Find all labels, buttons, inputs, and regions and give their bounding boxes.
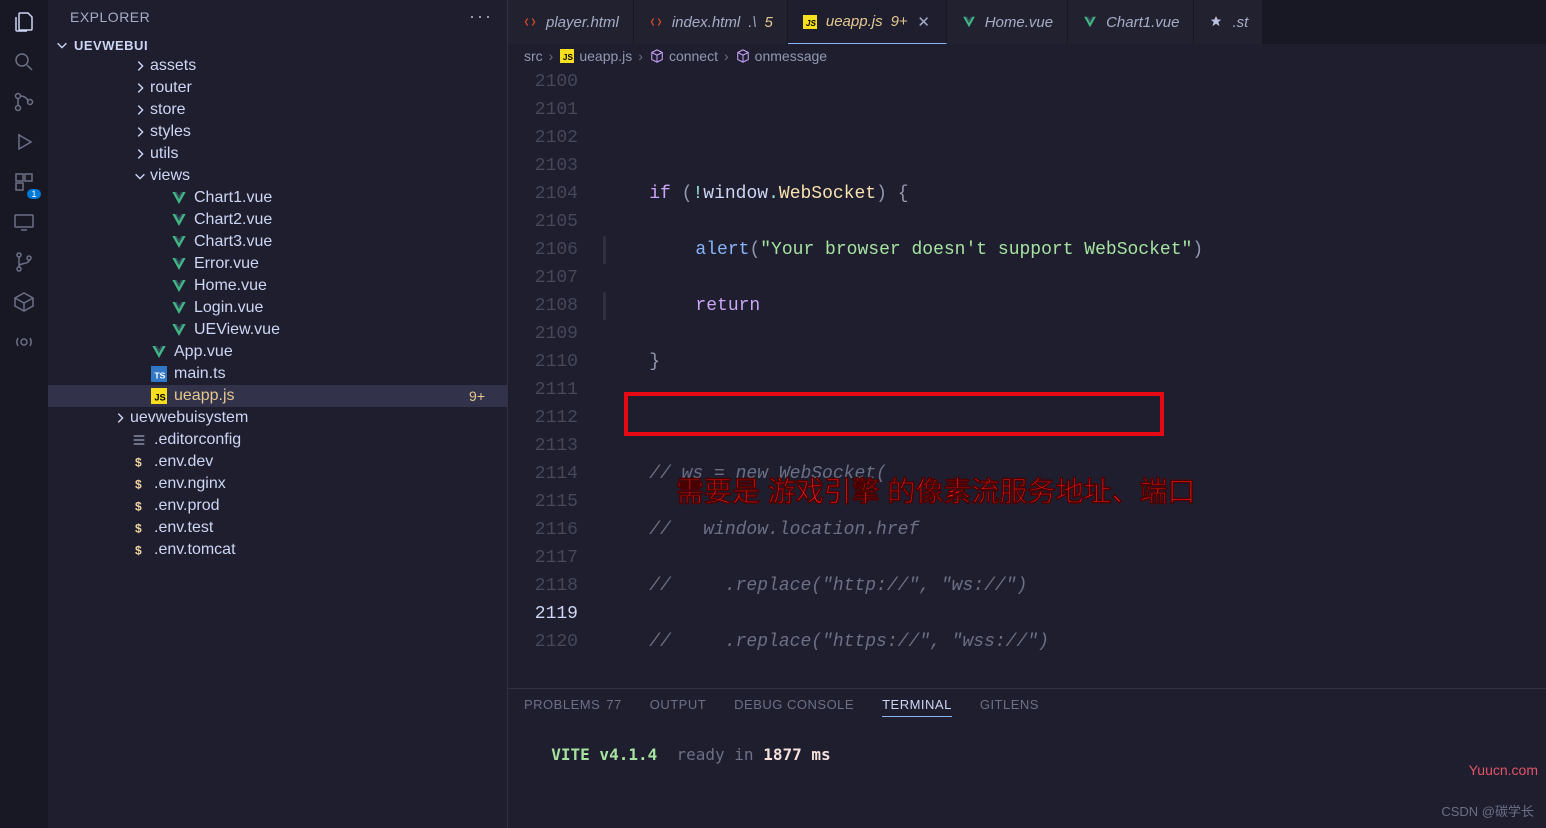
- vue-icon: [170, 189, 188, 207]
- editor-tab[interactable]: ueapp.js9+✕: [788, 0, 947, 44]
- bottom-panel: PROBLEMS77 OUTPUT DEBUG CONSOLE TERMINAL GIT…: [508, 688, 1546, 828]
- env-icon: [130, 497, 148, 515]
- env-icon: [130, 519, 148, 537]
- chevron-right-icon: [132, 146, 148, 162]
- html-icon: [648, 14, 664, 30]
- file-item[interactable]: .env.test: [48, 517, 507, 539]
- editor-tab[interactable]: .st: [1194, 0, 1263, 44]
- file-item[interactable]: .env.nginx: [48, 473, 507, 495]
- vue-icon: [150, 343, 168, 361]
- file-item[interactable]: .editorconfig: [48, 429, 507, 451]
- sidebar-header: EXPLORER ···: [48, 0, 507, 33]
- project-header[interactable]: UEVWEBUI: [48, 35, 507, 55]
- vue-icon: [1082, 14, 1098, 30]
- chevron-down-icon: [132, 168, 148, 184]
- panel-tab[interactable]: OUTPUT: [650, 697, 706, 717]
- file-item[interactable]: ueapp.js9+: [48, 385, 507, 407]
- panel-tab-bar: PROBLEMS77 OUTPUT DEBUG CONSOLE TERMINAL GIT…: [508, 689, 1546, 725]
- chevron-right-icon: [132, 58, 148, 74]
- vue-icon: [170, 211, 188, 229]
- symbol-icon: [735, 48, 751, 64]
- file-item[interactable]: main.ts: [48, 363, 507, 385]
- remote-icon[interactable]: [10, 208, 38, 236]
- file-item[interactable]: Chart2.vue: [48, 209, 507, 231]
- breadcrumb[interactable]: src › ueapp.js › connect › onmessage: [508, 44, 1546, 68]
- extensions-icon[interactable]: 1: [10, 168, 38, 196]
- sidebar-title: EXPLORER: [70, 9, 150, 25]
- chevron-right-icon: [132, 124, 148, 140]
- file-item[interactable]: Error.vue: [48, 253, 507, 275]
- panel-tab[interactable]: DEBUG CONSOLE: [734, 697, 854, 717]
- file-item[interactable]: UEView.vue: [48, 319, 507, 341]
- explorer-icon[interactable]: [10, 8, 38, 36]
- file-item[interactable]: .env.prod: [48, 495, 507, 517]
- vue-icon: [961, 14, 977, 30]
- env-icon: [130, 453, 148, 471]
- editor-tab[interactable]: player.html: [508, 0, 634, 44]
- vue-icon: [170, 233, 188, 251]
- live-share-icon[interactable]: [10, 328, 38, 356]
- close-icon[interactable]: ✕: [916, 13, 932, 31]
- search-icon[interactable]: [10, 48, 38, 76]
- vue-icon: [170, 277, 188, 295]
- csdn-attribution: CSDN @碳学长: [1441, 801, 1534, 820]
- activity-bar: 1: [0, 0, 48, 828]
- chevron-right-icon: [132, 80, 148, 96]
- file-item[interactable]: Chart1.vue: [48, 187, 507, 209]
- terminal-output[interactable]: VITE v4.1.4 ready in 1877 ms: [508, 725, 1546, 828]
- folder-item[interactable]: assets: [48, 55, 507, 77]
- watermark: Yuucn.com: [1469, 762, 1538, 778]
- editor-tab[interactable]: Home.vue: [947, 0, 1068, 44]
- html-icon: [522, 14, 538, 30]
- editor-tab[interactable]: Chart1.vue: [1068, 0, 1194, 44]
- docker-icon[interactable]: [10, 288, 38, 316]
- sidebar: EXPLORER ··· UEVWEBUI assetsrouterstores…: [48, 0, 508, 828]
- folder-item[interactable]: utils: [48, 143, 507, 165]
- editor-group: player.htmlindex.html.\5ueapp.js9+✕Home.…: [508, 0, 1546, 828]
- folder-item[interactable]: styles: [48, 121, 507, 143]
- file-item[interactable]: .env.dev: [48, 451, 507, 473]
- file-item[interactable]: Home.vue: [48, 275, 507, 297]
- file-item[interactable]: App.vue: [48, 341, 507, 363]
- editor-tab[interactable]: index.html.\5: [634, 0, 788, 44]
- folder-item[interactable]: router: [48, 77, 507, 99]
- chevron-right-icon: [132, 102, 148, 118]
- run-debug-icon[interactable]: [10, 128, 38, 156]
- env-icon: [130, 475, 148, 493]
- stylelint-icon: [1208, 14, 1224, 30]
- panel-tab[interactable]: GITLENS: [980, 697, 1039, 717]
- tab-bar: player.htmlindex.html.\5ueapp.js9+✕Home.…: [508, 0, 1546, 44]
- project-name: UEVWEBUI: [74, 38, 148, 53]
- js-icon: [150, 387, 168, 405]
- vue-icon: [170, 321, 188, 339]
- file-item[interactable]: .env.tomcat: [48, 539, 507, 561]
- js-icon: [559, 48, 575, 64]
- ts-icon: [150, 365, 168, 383]
- panel-tab[interactable]: TERMINAL: [882, 697, 952, 717]
- js-icon: [802, 14, 818, 30]
- line-gutter: 2100210121022103210421052106210721082109…: [508, 68, 606, 688]
- folder-item[interactable]: uevwebuisystem: [48, 407, 507, 429]
- folder-item[interactable]: views: [48, 165, 507, 187]
- vue-icon: [170, 299, 188, 317]
- vue-icon: [170, 255, 188, 273]
- file-item[interactable]: Login.vue: [48, 297, 507, 319]
- folder-item[interactable]: store: [48, 99, 507, 121]
- panel-tab[interactable]: PROBLEMS77: [524, 697, 622, 717]
- source-control-icon[interactable]: [10, 88, 38, 116]
- more-icon[interactable]: ···: [469, 6, 493, 27]
- editorconfig-icon: [130, 431, 148, 449]
- env-icon: [130, 541, 148, 559]
- code-editor[interactable]: 2100210121022103210421052106210721082109…: [508, 68, 1546, 688]
- file-item[interactable]: Chart3.vue: [48, 231, 507, 253]
- git-branch-icon[interactable]: [10, 248, 38, 276]
- code-area[interactable]: if (!window.WebSocket) { alert("Your bro…: [606, 68, 1546, 688]
- symbol-icon: [649, 48, 665, 64]
- chevron-right-icon: [112, 410, 128, 426]
